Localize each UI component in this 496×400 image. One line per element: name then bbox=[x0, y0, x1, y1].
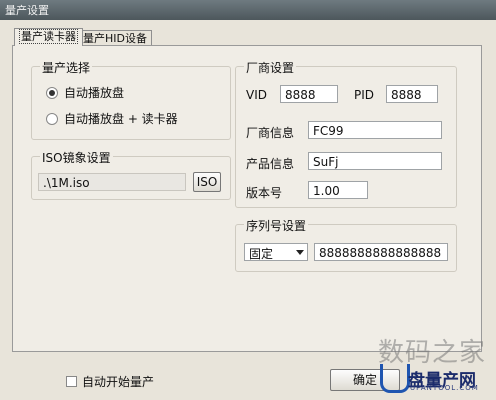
vid-field[interactable]: 8888 bbox=[280, 85, 338, 103]
radio-selected-icon[interactable] bbox=[46, 86, 58, 99]
serial-group: 序列号设置 固定 8888888888888888 bbox=[235, 217, 457, 272]
vid-label: VID bbox=[246, 88, 267, 102]
auto-start-label: 自动开始量产 bbox=[82, 375, 155, 389]
version-label: 版本号 bbox=[246, 186, 283, 200]
checkbox-icon[interactable] bbox=[66, 376, 77, 387]
title-bar: 量产设置 bbox=[0, 0, 496, 20]
mode-group-title: 量产选择 bbox=[40, 59, 93, 76]
product-info-label: 产品信息 bbox=[246, 157, 295, 171]
window-title: 量产设置 bbox=[5, 4, 49, 17]
settings-panel: 量产选择 自动播放盘 自动播放盘 + 读卡器 ISO镜象设置 .\1M.iso … bbox=[12, 45, 482, 352]
watermark-url: UPANTOOL.COM bbox=[410, 384, 479, 392]
pid-field[interactable]: 8888 bbox=[386, 85, 438, 103]
radio-unselected-icon[interactable] bbox=[46, 112, 58, 125]
radio-autoplay-reader[interactable]: 自动播放盘 + 读卡器 bbox=[46, 110, 178, 127]
serial-number-field[interactable]: 8888888888888888 bbox=[314, 243, 448, 261]
version-field[interactable]: 1.00 bbox=[308, 181, 368, 199]
pid-label: PID bbox=[354, 88, 375, 102]
watermark-logo-icon bbox=[380, 364, 410, 393]
serial-mode-select[interactable]: 固定 bbox=[244, 243, 308, 261]
serial-mode-value: 固定 bbox=[249, 247, 274, 261]
tab-label: 量产读卡器 bbox=[19, 29, 78, 44]
chevron-down-icon[interactable] bbox=[296, 250, 304, 255]
iso-path-field[interactable]: .\1M.iso bbox=[38, 173, 186, 191]
vendor-info-field[interactable]: FC99 bbox=[308, 121, 442, 139]
mode-group: 量产选择 自动播放盘 自动播放盘 + 读卡器 bbox=[31, 59, 231, 140]
auto-start-checkbox[interactable]: 自动开始量产 bbox=[66, 373, 154, 390]
iso-group: ISO镜象设置 .\1M.iso ISO bbox=[31, 149, 231, 200]
vendor-group: 厂商设置 VID 8888 PID 8888 厂商信息 FC99 产品信息 Su… bbox=[235, 59, 457, 208]
radio-autoplay-reader-label: 自动播放盘 + 读卡器 bbox=[64, 112, 178, 126]
product-info-field[interactable]: SuFj bbox=[308, 152, 442, 170]
iso-browse-button[interactable]: ISO bbox=[193, 172, 221, 192]
vendor-group-title: 厂商设置 bbox=[244, 59, 297, 76]
iso-group-title: ISO镜象设置 bbox=[40, 149, 113, 166]
serial-group-title: 序列号设置 bbox=[244, 217, 309, 234]
radio-autoplay[interactable]: 自动播放盘 bbox=[46, 84, 124, 101]
radio-autoplay-label: 自动播放盘 bbox=[64, 86, 125, 100]
vendor-info-label: 厂商信息 bbox=[246, 126, 295, 140]
tab-card-reader[interactable]: 量产读卡器 bbox=[14, 28, 83, 46]
tab-hid-device[interactable]: 量产HID设备 bbox=[78, 30, 152, 46]
